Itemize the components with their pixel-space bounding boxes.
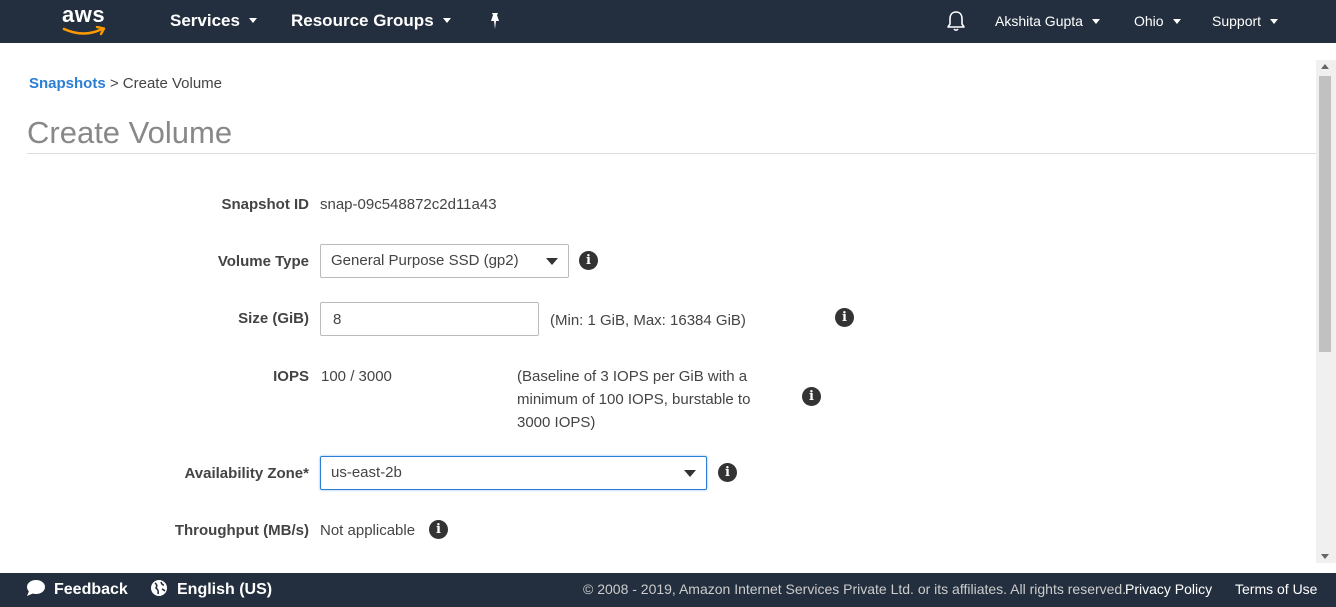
info-icon[interactable]: i	[579, 251, 598, 270]
volume-type-label: Volume Type	[217, 253, 309, 270]
scroll-up-arrow-icon[interactable]	[1321, 64, 1329, 69]
language-label: English (US)	[177, 581, 273, 598]
footer: Feedback English (US) © 2008 - 2019, Ama…	[0, 573, 1336, 607]
iops-hint-line: 3000 IOPS)	[517, 414, 596, 431]
support-menu[interactable]: Support	[1212, 0, 1279, 43]
chevron-down-icon	[248, 18, 257, 24]
resource-groups-label: Resource Groups	[291, 11, 434, 30]
info-icon[interactable]: i	[429, 520, 448, 539]
info-icon[interactable]: i	[835, 308, 854, 327]
availability-zone-value: us-east-2b	[331, 464, 402, 481]
volume-type-value: General Purpose SSD (gp2)	[331, 252, 519, 269]
breadcrumb: Snapshots > Create Volume	[29, 75, 222, 92]
language-selector[interactable]: English (US)	[150, 573, 272, 607]
terms-of-use-link[interactable]: Terms of Use	[1235, 573, 1317, 607]
feedback-label: Feedback	[54, 581, 128, 598]
availability-zone-select[interactable]: us-east-2b	[320, 456, 707, 490]
chevron-down-icon	[684, 470, 696, 477]
size-input[interactable]	[320, 302, 539, 336]
snapshot-id-value: snap-09c548872c2d11a43	[320, 196, 497, 213]
breadcrumb-snapshots-link[interactable]: Snapshots	[29, 75, 106, 92]
region-label: Ohio	[1134, 13, 1164, 29]
region-menu[interactable]: Ohio	[1134, 0, 1181, 43]
chevron-down-icon	[546, 258, 558, 265]
chevron-down-icon	[1270, 18, 1279, 24]
resource-groups-menu[interactable]: Resource Groups	[291, 0, 451, 43]
copyright-text: © 2008 - 2019, Amazon Internet Services …	[583, 581, 1127, 597]
iops-hint-line: minimum of 100 IOPS, burstable to	[517, 391, 751, 408]
breadcrumb-separator: >	[109, 75, 119, 92]
services-label: Services	[170, 11, 240, 30]
chevron-down-icon	[1091, 18, 1100, 24]
availability-zone-label: Availability Zone*	[184, 465, 309, 482]
scroll-down-arrow-icon[interactable]	[1321, 554, 1329, 559]
iops-hint-line: (Baseline of 3 IOPS per GiB with a	[517, 368, 748, 385]
iops-hint: (Baseline of 3 IOPS per GiB with a minim…	[517, 365, 777, 434]
scroll-thumb[interactable]	[1319, 76, 1331, 352]
iops-value: 100 / 3000	[321, 368, 392, 385]
breadcrumb-current: Create Volume	[122, 75, 223, 92]
chevron-down-icon	[1172, 18, 1181, 24]
iops-label: IOPS	[273, 368, 309, 385]
globe-icon	[151, 579, 167, 596]
aws-logo-text: aws	[62, 2, 106, 27]
user-menu[interactable]: Akshita Gupta	[995, 0, 1100, 43]
volume-type-select[interactable]: General Purpose SSD (gp2)	[320, 244, 569, 278]
top-nav: aws Services Resource Groups Akshita Gup…	[0, 0, 1336, 43]
privacy-policy-link[interactable]: Privacy Policy	[1125, 573, 1212, 607]
title-divider	[27, 153, 1316, 154]
snapshot-id-label: Snapshot ID	[221, 196, 309, 213]
page-title: Create Volume	[27, 115, 233, 150]
aws-logo[interactable]: aws	[62, 2, 108, 37]
throughput-label: Throughput (MB/s)	[174, 522, 309, 539]
pin-icon[interactable]	[487, 12, 503, 30]
info-icon[interactable]: i	[718, 463, 737, 482]
support-label: Support	[1212, 13, 1262, 29]
services-menu[interactable]: Services	[170, 0, 257, 43]
vertical-scrollbar[interactable]	[1316, 60, 1336, 563]
throughput-value: Not applicable	[320, 522, 416, 539]
user-name: Akshita Gupta	[995, 13, 1083, 29]
size-hint: (Min: 1 GiB, Max: 16384 GiB)	[550, 312, 746, 329]
chevron-down-icon	[442, 18, 451, 24]
feedback-button[interactable]: Feedback	[26, 573, 128, 607]
main-content: Snapshots > Create Volume Create Volume …	[0, 43, 1316, 573]
info-icon[interactable]: i	[802, 387, 821, 406]
aws-smile-icon	[62, 26, 106, 36]
bell-icon[interactable]	[946, 10, 966, 32]
speech-bubble-icon	[27, 579, 45, 596]
size-label: Size (GiB)	[238, 310, 309, 327]
